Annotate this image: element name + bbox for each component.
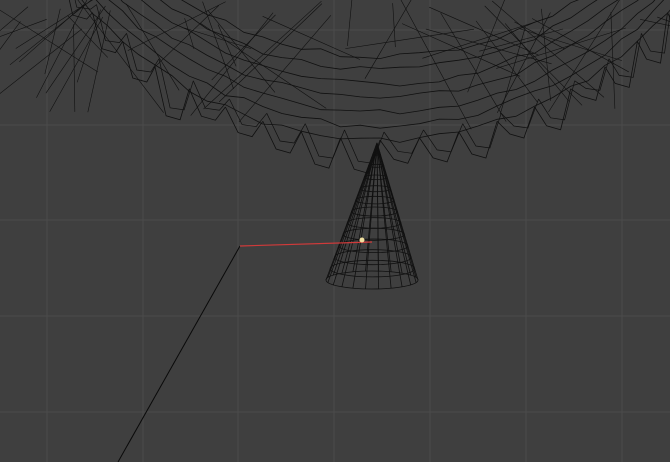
disc-wire-edge (45, 5, 106, 94)
gear-tooth-edge (158, 58, 194, 111)
viewport-canvas[interactable] (0, 0, 670, 462)
cone-ring-edge (325, 270, 419, 290)
floor-grid (0, 0, 670, 462)
disc-wire-edge (19, 4, 85, 63)
disc-wire-edge (184, 18, 195, 50)
gear-tooth-edge (229, 98, 268, 127)
disc-wire-edge (211, 14, 276, 81)
disc-wire-edge (392, 3, 396, 48)
disc-wire-edge (0, 19, 47, 37)
gear-tooth-edge (304, 123, 345, 159)
disc-wire-edge (400, 0, 472, 130)
rim-ring-edge (120, 0, 639, 99)
gear-tooth-edge (608, 33, 642, 78)
disc-wire-edge (0, 6, 29, 32)
gear-tooth-edge (188, 88, 226, 121)
disc-wire-edge (87, 10, 111, 113)
guide-line (117, 245, 241, 462)
3d-viewport[interactable] (0, 0, 670, 462)
disc-wire-edge (541, 8, 551, 101)
disc-wire-edge (73, 24, 76, 112)
gear-tooth-edge (379, 137, 420, 164)
disc-wire-edge (496, 27, 626, 69)
gear-tooth-edge (604, 41, 638, 88)
gear-tooth-edge (500, 98, 539, 129)
disc-wire-edge (347, 0, 353, 47)
object-origin-marker[interactable] (359, 237, 365, 243)
disc-wire-edge (657, 16, 670, 22)
disc-wire-edge (36, 0, 88, 98)
rim-ring-edge (108, 0, 656, 115)
gear-tooth-edge (641, 12, 670, 54)
gear-tooth-edge (300, 131, 341, 169)
cone-wireframe[interactable] (325, 142, 419, 290)
gear-tooth-edge (496, 106, 535, 139)
disc-wire-edge (475, 20, 538, 103)
disc-wire-edge (49, 16, 104, 112)
disc-wire-edge (0, 28, 83, 94)
disc-wire-edge (184, 27, 252, 49)
disc-wire-edge (238, 15, 332, 123)
gear-tooth-edge (534, 88, 572, 131)
gear-tooth-edge (262, 121, 302, 154)
gear-tooth-edge (637, 12, 668, 64)
disc-wire-edge (484, 5, 583, 106)
disc-wire-edge (77, 0, 164, 113)
gear-tooth-edge (266, 113, 306, 144)
disc-wire-edge (262, 16, 360, 60)
gear-tooth-edge (574, 58, 610, 91)
gear-rim-wireframe[interactable] (0, 0, 670, 174)
gear-tooth-edge (225, 106, 264, 138)
disc-wire-edge (345, 28, 475, 49)
gear-tooth-edge (462, 113, 502, 149)
gear-tooth-edge (154, 66, 190, 121)
disc-wire-edge (519, 28, 623, 61)
disc-wire-edge (202, 1, 234, 90)
gear-tooth-edge (423, 123, 464, 153)
disc-wire-edge (0, 21, 21, 50)
